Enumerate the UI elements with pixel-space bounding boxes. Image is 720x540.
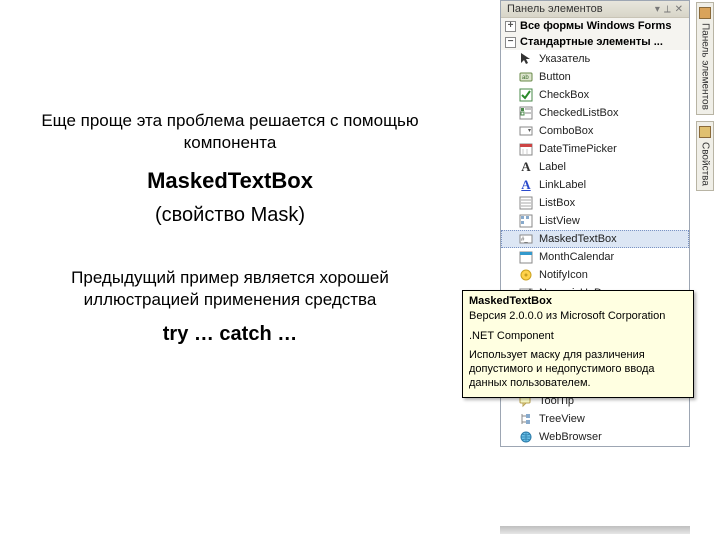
shadow-bar	[500, 526, 690, 534]
pointer-icon	[519, 52, 533, 66]
toolbox-item-label: Указатель	[539, 53, 590, 65]
dropdown-icon[interactable]: ▾	[655, 4, 660, 15]
toolbox-item-label: ComboBox	[539, 125, 593, 137]
masked-icon: #_	[519, 232, 533, 246]
month-icon	[519, 250, 533, 264]
toolbox-item-pointer[interactable]: Указатель	[501, 50, 689, 68]
toolbox-item-checkbox[interactable]: CheckBox	[501, 86, 689, 104]
toolbox-item-month[interactable]: MonthCalendar	[501, 248, 689, 266]
side-tab-toolbox[interactable]: Панель элементов	[696, 2, 714, 115]
label-icon: A	[519, 160, 533, 174]
properties-tab-icon	[699, 126, 711, 138]
toolbox-title-text: Панель элементов	[507, 3, 603, 15]
web-icon	[519, 430, 533, 444]
slide-component: MaskedTextBox	[20, 168, 440, 194]
tooltip: MaskedTextBox Версия 2.0.0.0 из Microsof…	[462, 290, 694, 398]
group-std-label: Стандартные элементы ...	[520, 36, 663, 48]
side-tab-toolbox-label: Панель элементов	[700, 23, 711, 110]
group-all-forms[interactable]: + Все формы Windows Forms	[501, 18, 689, 34]
svg-text:ab: ab	[522, 75, 529, 81]
close-icon[interactable]: ✕	[675, 4, 683, 15]
toolbox-item-tree[interactable]: TreeView	[501, 410, 689, 428]
linklabel-icon: A	[519, 178, 533, 192]
date-icon	[519, 142, 533, 156]
slide-property: (свойство Mask)	[20, 204, 440, 227]
toolbox-item-label: Button	[539, 71, 571, 83]
toolbox-item-label: Label	[539, 161, 566, 173]
toolbox-titlebar[interactable]: Панель элементов ▾ ⟂ ✕	[501, 1, 689, 18]
toolbox-item-label: ListBox	[539, 197, 575, 209]
tooltip-version: Версия 2.0.0.0 из Microsoft Corporation	[469, 310, 687, 324]
checkbox-icon	[519, 88, 533, 102]
toolbox-item-date[interactable]: DateTimePicker	[501, 140, 689, 158]
slide-line2: Предыдущий пример является хорошей иллюс…	[20, 267, 440, 311]
side-tab-properties-label: Свойства	[700, 142, 711, 186]
tooltip-title: MaskedTextBox	[469, 295, 687, 309]
tooltip-kind: .NET Component	[469, 330, 687, 344]
toolbox-item-label: ListView	[539, 215, 580, 227]
group-all-label: Все формы Windows Forms	[520, 20, 671, 32]
toolbox-item-notify[interactable]: NotifyIcon	[501, 266, 689, 284]
listbox-icon	[519, 196, 533, 210]
toolbox-item-label: MaskedTextBox	[539, 233, 617, 245]
toolbox-item-checkedlist[interactable]: CheckedListBox	[501, 104, 689, 122]
collapse-icon[interactable]: −	[505, 37, 516, 48]
expand-icon[interactable]: +	[505, 21, 516, 32]
toolbox-item-label: CheckBox	[539, 89, 589, 101]
combo-icon	[519, 124, 533, 138]
toolbox-controls: ▾ ⟂ ✕	[655, 4, 683, 15]
toolbox-item-label[interactable]: A Label	[501, 158, 689, 176]
notify-icon	[519, 268, 533, 282]
toolbox-item-button[interactable]: ab Button	[501, 68, 689, 86]
toolbox-item-listview[interactable]: ListView	[501, 212, 689, 230]
toolbox-item-label: DateTimePicker	[539, 143, 617, 155]
side-tabs: Панель элементов Свойства	[696, 2, 720, 197]
toolbox-item-label: NotifyIcon	[539, 269, 588, 281]
slide-trycatch: try … catch …	[20, 323, 440, 346]
toolbox-item-web[interactable]: WebBrowser	[501, 428, 689, 446]
button-icon: ab	[519, 70, 533, 84]
toolbox-item-masked[interactable]: #_ MaskedTextBox	[501, 230, 689, 248]
slide-text: Еще проще эта проблема решается с помощь…	[20, 110, 440, 346]
toolbox-item-linklabel[interactable]: A LinkLabel	[501, 176, 689, 194]
toolbox-tab-icon	[699, 7, 711, 19]
group-standard[interactable]: − Стандартные элементы ...	[501, 34, 689, 50]
side-tab-properties[interactable]: Свойства	[696, 121, 714, 191]
svg-text:#_: #_	[521, 237, 528, 243]
toolbox-item-label: LinkLabel	[539, 179, 586, 191]
toolbox-item-label: MonthCalendar	[539, 251, 614, 263]
toolbox-item-label: CheckedListBox	[539, 107, 619, 119]
pin-icon[interactable]: ⟂	[664, 4, 671, 15]
toolbox-item-combo[interactable]: ComboBox	[501, 122, 689, 140]
toolbox-item-label: TreeView	[539, 413, 585, 425]
tree-icon	[519, 412, 533, 426]
checkedlist-icon	[519, 106, 533, 120]
toolbox-item-listbox[interactable]: ListBox	[501, 194, 689, 212]
toolbox-item-label: WebBrowser	[539, 431, 602, 443]
slide-line1: Еще проще эта проблема решается с помощь…	[20, 110, 440, 154]
listview-icon	[519, 214, 533, 228]
tooltip-desc: Использует маску для различения допустим…	[469, 349, 687, 390]
